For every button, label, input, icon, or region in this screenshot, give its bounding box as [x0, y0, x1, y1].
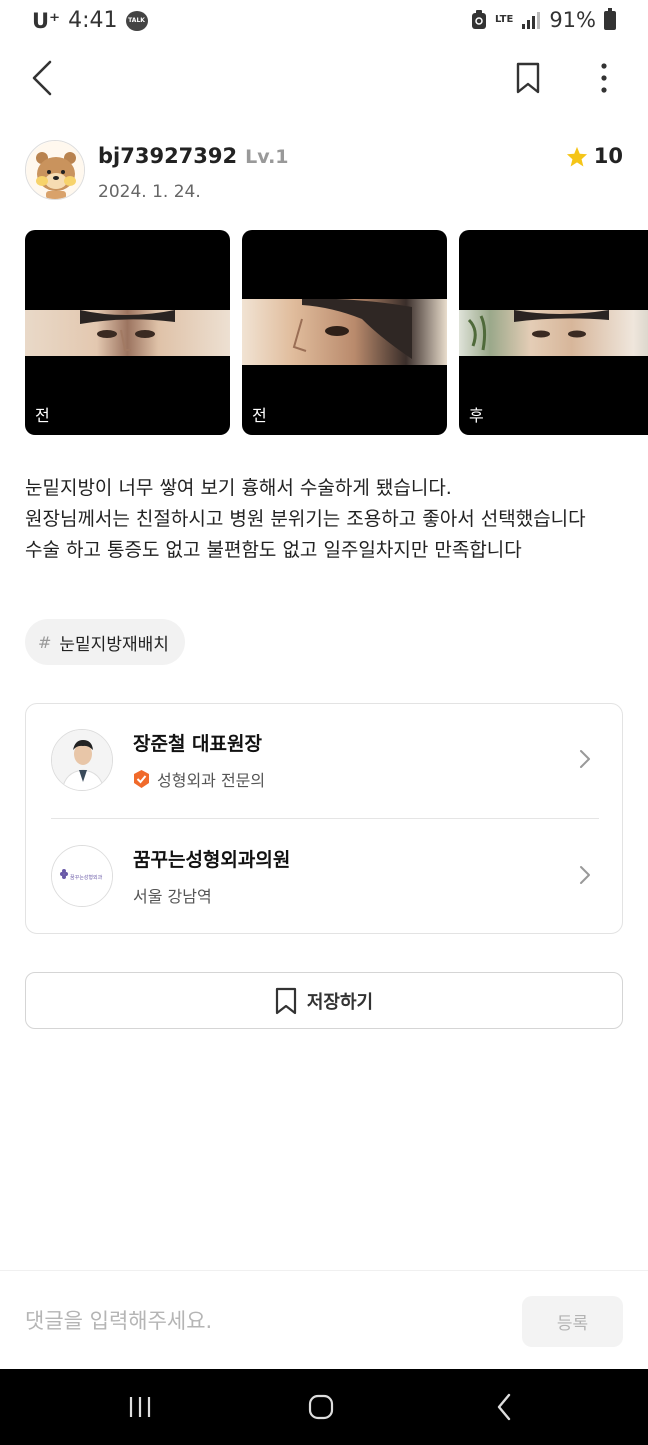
- side-profile-photo-icon: [292, 298, 412, 359]
- eyes-photo-icon: [467, 310, 609, 351]
- photo-before-1[interactable]: 전: [25, 230, 230, 435]
- clinic-location: 서울 강남역: [133, 887, 212, 906]
- photo-label: 후: [469, 406, 484, 425]
- bookmark-icon: [516, 62, 540, 94]
- clinic-name: 꿈꾸는성형외과의원: [133, 849, 291, 871]
- system-back-button[interactable]: [486, 1391, 522, 1423]
- photo-label: 전: [35, 406, 50, 425]
- chevron-right-icon: [579, 749, 591, 773]
- photo-before-2[interactable]: 전: [242, 230, 447, 435]
- doctor-portrait-icon: [52, 730, 112, 790]
- tag-chip[interactable]: # 눈밑지방재배치: [25, 619, 185, 665]
- username[interactable]: bj73927392: [98, 144, 237, 168]
- recent-apps-icon: [129, 1397, 151, 1417]
- review-body: 눈밑지방이 너무 쌓여 보기 흉해서 수술하게 됐습니다. 원장님께서는 친절하…: [25, 473, 625, 566]
- photo-carousel[interactable]: 전 전 후: [25, 230, 648, 435]
- save-button-label: 저장하기: [306, 991, 374, 1013]
- tag-label: 눈밑지방재배치: [59, 634, 169, 655]
- doctor-specialty-row: 성형외과 전문의: [133, 767, 265, 791]
- submit-comment-button[interactable]: 등록: [522, 1296, 623, 1347]
- status-bar: U⁺ 4:41 TALK LTE 91%: [0, 0, 648, 46]
- back-icon: [497, 1393, 511, 1421]
- eyes-photo-icon: [80, 310, 175, 351]
- home-button[interactable]: [303, 1391, 339, 1423]
- review-line: 원장님께서는 친절하시고 병원 분위기는 조용하고 좋아서 선택했습니다: [25, 508, 586, 530]
- photo-band: [459, 310, 648, 356]
- photo-band: [242, 298, 447, 365]
- user-level: Lv.1: [245, 146, 289, 168]
- lte-indicator: LTE: [494, 14, 514, 25]
- post-date: 2024. 1. 24.: [98, 182, 201, 202]
- battery-percent: 91%: [549, 8, 596, 32]
- rating: 10: [566, 144, 623, 168]
- rating-value: 10: [593, 144, 623, 168]
- clinic-logo-text: 꿈꾸는성형외과: [70, 874, 103, 881]
- status-time: 4:41: [68, 8, 118, 33]
- carrier-label: U⁺: [32, 8, 61, 33]
- battery-icon: [604, 7, 616, 30]
- recent-apps-button[interactable]: [122, 1391, 158, 1423]
- review-line: 수술 하고 통증도 없고 불편함도 없고 일주일차지만 만족합니다: [25, 539, 522, 561]
- chevron-right-icon: [579, 865, 591, 889]
- clinic-logo: 꿈꾸는성형외과: [51, 845, 113, 907]
- doctor-specialty: 성형외과 전문의: [157, 771, 266, 790]
- save-button[interactable]: 저장하기: [25, 972, 623, 1029]
- verified-badge-icon: [134, 770, 149, 788]
- clinic-row[interactable]: 꿈꾸는성형외과 꿈꾸는성형외과의원 서울 강남역: [51, 845, 599, 945]
- doctor-clinic-card: 장준철 대표원장 성형외과 전문의 꿈꾸는성형외과 꿈꾸는성형외과의원 서울 강…: [25, 703, 623, 934]
- star-icon: [566, 146, 587, 167]
- comment-bar: 댓글을 입력해주세요. 등록: [0, 1270, 648, 1369]
- photo-after[interactable]: 후: [459, 230, 648, 435]
- bear-avatar-icon: [26, 141, 84, 199]
- comment-input[interactable]: 댓글을 입력해주세요.: [25, 1305, 212, 1335]
- author-info: bj73927392 Lv.1 2024. 1. 24. 10: [25, 140, 625, 202]
- system-nav-bar: [0, 1369, 648, 1445]
- signal-icon: [522, 12, 541, 29]
- app-header: [0, 50, 648, 106]
- doctor-name: 장준철 대표원장: [133, 733, 262, 755]
- more-icon: [601, 63, 607, 93]
- bookmark-button[interactable]: [508, 58, 548, 98]
- doctor-row[interactable]: 장준철 대표원장 성형외과 전문의: [51, 729, 599, 829]
- kakaotalk-notification-icon: TALK: [125, 10, 148, 31]
- review-line: 눈밑지방이 너무 쌓여 보기 흉해서 수술하게 됐습니다.: [25, 477, 452, 499]
- clinic-flower-logo-icon: 꿈꾸는성형외과: [52, 846, 112, 906]
- back-icon: [32, 60, 52, 96]
- hashtag-icon: #: [38, 632, 52, 652]
- home-icon: [308, 1394, 334, 1420]
- card-divider: [51, 818, 599, 819]
- bookmark-icon: [275, 987, 296, 1014]
- back-button[interactable]: [22, 58, 62, 98]
- recycle-notification-icon: [471, 10, 486, 29]
- more-options-button[interactable]: [584, 58, 624, 98]
- avatar[interactable]: [25, 140, 85, 200]
- photo-band: [25, 310, 230, 356]
- doctor-avatar: [51, 729, 113, 791]
- photo-label: 전: [252, 406, 267, 425]
